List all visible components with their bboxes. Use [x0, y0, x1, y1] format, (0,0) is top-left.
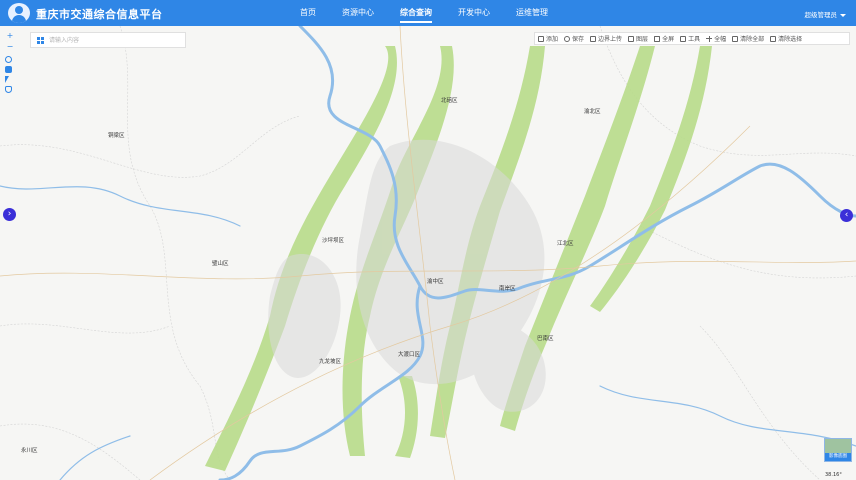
save-icon	[564, 35, 571, 42]
toolbar-full-extent-button[interactable]: 全幅	[706, 34, 726, 43]
logo-icon	[8, 3, 30, 23]
map-label-yuzhong: 渝中区	[427, 279, 444, 285]
grid-icon[interactable]	[37, 37, 44, 44]
expand-right-panel-button[interactable]: ‹	[840, 209, 853, 222]
chevron-right-icon: ›	[7, 209, 12, 219]
toolbar-tools-button[interactable]: 工具	[680, 34, 700, 43]
nav-home[interactable]: 首页	[300, 0, 316, 26]
zoom-in-button[interactable]: +	[5, 30, 15, 41]
zoom-out-button[interactable]: −	[5, 41, 15, 52]
zoom-control: + −	[5, 30, 15, 52]
chevron-down-icon	[840, 13, 846, 17]
toolbar-clear-all-button[interactable]: 清除全部	[732, 34, 764, 43]
user-menu[interactable]: 超级管理员	[804, 9, 846, 19]
map-label-jiangbei: 江北区	[557, 241, 574, 247]
user-name: 超级管理员	[804, 11, 838, 19]
fullscreen-icon	[654, 35, 661, 42]
map-basemap	[0, 26, 856, 480]
toolbar-save-button[interactable]: 保存	[564, 34, 584, 43]
map-label-jiulongpo: 九龙坡区	[319, 359, 342, 365]
map-label-bishan: 璧山区	[212, 261, 229, 267]
chevron-left-icon: ‹	[844, 210, 849, 220]
toolbar-clear-selection-label: 清除选择	[778, 36, 803, 43]
upload-icon	[590, 35, 597, 42]
add-layer-icon	[538, 35, 544, 42]
tools-icon	[680, 35, 687, 42]
map-toolbar: 添加 保存 边界上传 图层 全屏 工具 全幅 清除全部 清除选择	[534, 32, 850, 45]
main-nav: 首页 资源中心 综合查询 开发中心 运维管理	[300, 0, 574, 26]
app-title: 重庆市交通综合信息平台	[36, 8, 163, 21]
map-label-yongchuan: 永川区	[21, 448, 38, 454]
layers-icon	[628, 35, 635, 42]
map-label-beibei: 北碚区	[441, 98, 458, 104]
search-box	[30, 32, 186, 48]
pointer-tool-icon[interactable]	[5, 76, 9, 83]
toolbar-tools-label: 工具	[688, 36, 701, 43]
expand-left-panel-button[interactable]: ›	[3, 208, 16, 221]
nav-ops-management[interactable]: 运维管理	[516, 0, 548, 26]
basemap-switch-label: 影像底图	[825, 453, 851, 461]
map-label-yubei: 渝北区	[584, 109, 601, 115]
rectangle-tool-icon[interactable]	[5, 66, 12, 73]
toolbar-fullscreen-label: 全屏	[662, 36, 675, 43]
toolbar-add-label: 添加	[546, 36, 559, 43]
nav-resource-center[interactable]: 资源中心	[342, 0, 374, 26]
clear-selection-icon	[770, 35, 777, 42]
map-label-shapingba: 沙坪坝区	[322, 238, 345, 244]
toolbar-upload-button[interactable]: 边界上传	[590, 34, 622, 43]
map-canvas[interactable]: 北碚区 渝北区 铜梁区 璧山区 沙坪坝区 江北区 渝中区 南岸区 巴南区 九龙坡…	[0, 26, 856, 480]
draw-tools	[5, 56, 15, 96]
coordinate-readout: 38.16°	[825, 472, 842, 478]
toolbar-upload-label: 边界上传	[598, 36, 623, 43]
toolbar-save-label: 保存	[572, 36, 585, 43]
toolbar-full-extent-label: 全幅	[714, 36, 727, 43]
map-label-dadukou: 大渡口区	[398, 352, 421, 358]
map-label-tongliang: 铜梁区	[108, 133, 125, 139]
full-extent-icon	[706, 35, 713, 42]
toolbar-add-button[interactable]: 添加	[538, 34, 558, 43]
top-header: 重庆市交通综合信息平台 首页 资源中心 综合查询 开发中心 运维管理 超级管理员	[0, 0, 856, 26]
map-label-nanan: 南岸区	[499, 286, 516, 292]
map-label-banan: 巴南区	[537, 336, 554, 342]
search-input[interactable]	[49, 35, 179, 46]
nav-integrated-query[interactable]: 综合查询	[400, 0, 432, 26]
basemap-switch-button[interactable]: 影像底图	[824, 438, 852, 462]
clear-all-icon	[732, 35, 739, 42]
circle-tool-icon[interactable]	[5, 56, 12, 63]
toolbar-layers-label: 图层	[636, 36, 649, 43]
pan-tool-icon[interactable]	[5, 86, 12, 93]
nav-dev-center[interactable]: 开发中心	[458, 0, 490, 26]
toolbar-fullscreen-button[interactable]: 全屏	[654, 34, 674, 43]
toolbar-clear-all-label: 清除全部	[740, 36, 765, 43]
toolbar-clear-selection-button[interactable]: 清除选择	[770, 34, 802, 43]
toolbar-layers-button[interactable]: 图层	[628, 34, 648, 43]
